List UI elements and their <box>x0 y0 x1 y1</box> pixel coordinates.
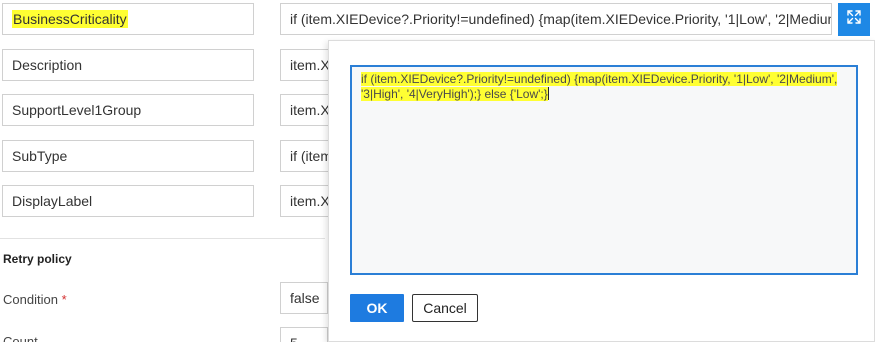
expand-icon <box>846 9 862 30</box>
expand-editor-button[interactable] <box>838 3 870 36</box>
count-input[interactable]: 5 <box>280 327 328 342</box>
field-name-supportlevel1group[interactable]: SupportLevel1Group <box>2 94 254 126</box>
field-name-label: SupportLevel1Group <box>12 102 142 118</box>
section-divider <box>0 238 325 239</box>
field-expression-text: item.X <box>290 102 330 118</box>
expression-editor-text: if (item.XIEDevice?.Priority!=undefined)… <box>361 72 838 101</box>
field-expression-text: if (item <box>290 148 332 164</box>
field-name-description[interactable]: Description <box>2 49 254 81</box>
field-expression-text: item.X <box>290 57 330 73</box>
cancel-button[interactable]: Cancel <box>412 294 478 322</box>
count-value: 5 <box>290 335 298 342</box>
expression-editor-popup: if (item.XIEDevice?.Priority!=undefined)… <box>328 40 875 342</box>
field-name-label: Description <box>12 57 83 73</box>
field-expression-text: if (item.XIEDevice?.Priority!=undefined)… <box>290 11 832 27</box>
field-name-displaylabel[interactable]: DisplayLabel <box>2 185 254 217</box>
condition-input[interactable]: false <box>280 282 328 314</box>
field-name-label: DisplayLabel <box>12 193 93 209</box>
retry-policy-title: Retry policy <box>3 252 72 266</box>
count-label: Count <box>3 334 38 342</box>
expression-editor-textarea[interactable]: if (item.XIEDevice?.Priority!=undefined)… <box>350 65 858 275</box>
ok-button[interactable]: OK <box>350 294 404 322</box>
field-name-businesscriticality[interactable]: BusinessCriticality <box>2 3 254 35</box>
text-cursor <box>547 87 549 100</box>
required-mark: * <box>61 292 67 307</box>
field-expression-text: item.X <box>290 193 330 209</box>
condition-label: Condition * <box>3 292 67 307</box>
field-name-subtype[interactable]: SubType <box>2 140 254 172</box>
condition-label-text: Condition <box>3 292 58 307</box>
field-name-label: SubType <box>12 148 68 164</box>
field-name-label: BusinessCriticality <box>12 10 128 28</box>
condition-value: false <box>290 290 320 306</box>
field-expression-businesscriticality[interactable]: if (item.XIEDevice?.Priority!=undefined)… <box>280 3 832 35</box>
